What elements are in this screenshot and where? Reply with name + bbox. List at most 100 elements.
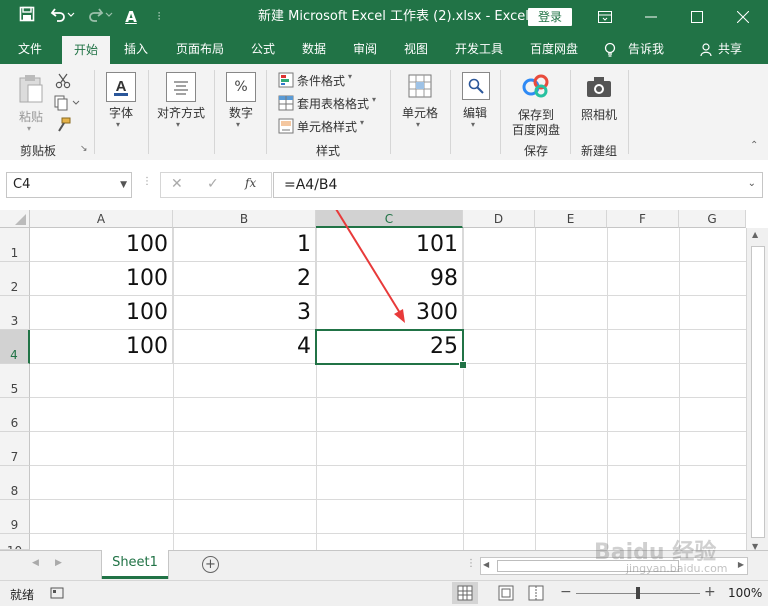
zoom-out-icon[interactable]: − — [560, 584, 572, 600]
row-header-5[interactable]: 5 — [0, 364, 30, 398]
cell-a1[interactable]: 100 — [30, 228, 173, 262]
cell-b4[interactable]: 4 — [173, 330, 316, 364]
cut-icon[interactable] — [54, 72, 72, 90]
row-header-7[interactable]: 7 — [0, 432, 30, 466]
save-icon[interactable] — [16, 6, 38, 28]
row-header-1[interactable]: 1 — [0, 228, 30, 262]
tab-file[interactable]: 文件 — [18, 34, 42, 64]
number-dropdown-icon[interactable]: ▾ — [236, 120, 240, 129]
undo-icon[interactable] — [48, 6, 78, 28]
formula-input[interactable]: =A4/B4 ⌄ — [273, 172, 763, 198]
conditional-format-button[interactable]: 条件格式 — [297, 72, 345, 89]
font-icon[interactable]: A — [106, 72, 136, 102]
tell-me-search[interactable]: 告诉我 — [628, 34, 664, 64]
macro-record-icon[interactable] — [50, 586, 64, 603]
lightbulb-icon[interactable] — [604, 34, 616, 64]
copy-icon[interactable] — [52, 94, 82, 112]
clipboard-launcher-icon[interactable]: ↘ — [80, 144, 88, 154]
cancel-icon[interactable]: ✕ — [171, 176, 183, 192]
font-color-icon[interactable]: A — [120, 6, 142, 28]
column-header-f[interactable]: F — [607, 210, 679, 228]
conditional-format-icon[interactable] — [278, 72, 294, 88]
format-as-table-icon[interactable] — [278, 95, 294, 111]
conditional-format-dropdown-icon[interactable]: ▾ — [348, 72, 352, 81]
cell-a3[interactable]: 100 — [30, 296, 173, 330]
row-header-2[interactable]: 2 — [0, 262, 30, 296]
tab-review[interactable]: 审阅 — [353, 34, 377, 64]
tab-developer[interactable]: 开发工具 — [455, 34, 503, 64]
cell-styles-button[interactable]: 单元格样式 — [297, 118, 357, 135]
tab-page-layout[interactable]: 页面布局 — [176, 34, 224, 64]
format-as-table-dropdown-icon[interactable]: ▾ — [372, 95, 376, 104]
column-header-g[interactable]: G — [679, 210, 746, 228]
select-all-corner[interactable] — [0, 210, 30, 228]
vertical-scrollbar[interactable]: ▲ ▼ — [746, 228, 768, 551]
tab-view[interactable]: 视图 — [404, 34, 428, 64]
share-button[interactable]: 共享 — [718, 34, 742, 64]
maximize-icon[interactable] — [674, 0, 720, 34]
column-header-b[interactable]: B — [173, 210, 316, 228]
enter-icon[interactable]: ✓ — [207, 176, 219, 192]
cell-c4-selected[interactable]: 25 — [315, 329, 464, 365]
row-header-8[interactable]: 8 — [0, 466, 30, 500]
normal-view-icon[interactable] — [452, 582, 478, 604]
insert-function-icon[interactable]: fx — [245, 176, 256, 190]
cell-b1[interactable]: 1 — [173, 228, 316, 262]
format-as-table-button[interactable]: 套用表格格式 — [297, 95, 369, 112]
scroll-left-icon[interactable]: ◀ — [483, 560, 489, 569]
format-painter-icon[interactable] — [54, 116, 72, 134]
paste-dropdown-icon[interactable]: ▾ — [27, 124, 31, 133]
camera-icon[interactable] — [584, 74, 614, 100]
redo-icon[interactable] — [86, 6, 116, 28]
zoom-level[interactable]: 100% — [728, 586, 762, 600]
tab-baidu-netdisk[interactable]: 百度网盘 — [530, 34, 578, 64]
zoom-in-icon[interactable]: + — [704, 584, 716, 600]
cell-styles-dropdown-icon[interactable]: ▾ — [360, 118, 364, 127]
share-icon[interactable] — [700, 34, 714, 64]
row-header-4[interactable]: 4 — [0, 330, 30, 364]
row-header-9[interactable]: 9 — [0, 500, 30, 534]
cell-b3[interactable]: 3 — [173, 296, 316, 330]
scroll-up-icon[interactable]: ▲ — [752, 230, 758, 239]
tab-formulas[interactable]: 公式 — [251, 34, 275, 64]
camera-label[interactable]: 照相机 — [577, 106, 621, 123]
row-header-10[interactable]: 10 — [0, 534, 30, 550]
save-to-baidu-label-line2[interactable]: 百度网盘 — [506, 121, 566, 138]
column-header-d[interactable]: D — [463, 210, 535, 228]
alignment-dropdown-icon[interactable]: ▾ — [176, 120, 180, 129]
tab-split-grip-icon[interactable]: ⋮ — [466, 558, 476, 569]
name-box[interactable]: C4 ▼ — [6, 172, 132, 198]
cells-icon[interactable] — [406, 72, 434, 100]
worksheet-grid[interactable]: A B C D E F G 1 2 3 4 5 6 7 8 9 10 1 — [0, 210, 768, 551]
add-sheet-icon[interactable]: + — [202, 556, 219, 573]
editing-dropdown-icon[interactable]: ▾ — [471, 120, 475, 129]
login-button[interactable]: 登录 — [528, 8, 572, 26]
cell-a4[interactable]: 100 — [30, 330, 173, 364]
cell-a2[interactable]: 100 — [30, 262, 173, 296]
name-box-dropdown-icon[interactable]: ▼ — [120, 173, 127, 197]
row-header-3[interactable]: 3 — [0, 296, 30, 330]
close-icon[interactable] — [720, 0, 766, 34]
cell-styles-icon[interactable] — [278, 118, 294, 134]
customize-quick-access-icon[interactable]: ⫶ — [148, 6, 170, 28]
row-header-6[interactable]: 6 — [0, 398, 30, 432]
scroll-right-icon[interactable]: ▶ — [738, 560, 744, 569]
baidu-netdisk-icon[interactable] — [521, 72, 551, 100]
zoom-slider-thumb[interactable] — [636, 587, 640, 599]
expand-formula-icon[interactable]: ⌄ — [748, 178, 756, 189]
ribbon-display-icon[interactable] — [582, 0, 628, 34]
tab-insert[interactable]: 插入 — [124, 34, 148, 64]
tab-data[interactable]: 数据 — [302, 34, 326, 64]
alignment-icon[interactable] — [166, 72, 196, 102]
column-header-e[interactable]: E — [535, 210, 607, 228]
page-layout-view-icon[interactable] — [498, 585, 514, 604]
collapse-ribbon-icon[interactable]: ⌃ — [750, 140, 758, 151]
tab-home[interactable]: 开始 — [62, 36, 110, 64]
column-header-a[interactable]: A — [30, 210, 173, 228]
sheet-tab-sheet1[interactable]: Sheet1 — [102, 550, 168, 579]
minimize-icon[interactable] — [628, 0, 674, 34]
number-format-icon[interactable]: % — [226, 72, 256, 102]
font-dropdown-icon[interactable]: ▾ — [116, 120, 120, 129]
scroll-thumb[interactable] — [751, 246, 765, 538]
page-break-view-icon[interactable] — [528, 585, 544, 604]
